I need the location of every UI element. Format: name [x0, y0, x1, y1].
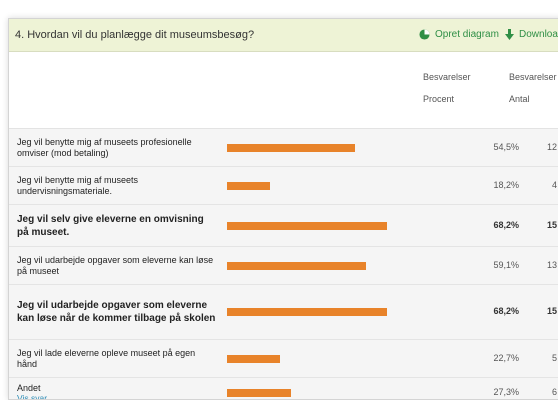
response-count: 15 [539, 306, 557, 316]
answer-label: Jeg vil selv give eleverne en omvisning … [17, 213, 217, 239]
table-row: AndetVis svar 27,3% 6 [9, 378, 558, 400]
answer-label: Jeg vil udarbejde opgaver som eleverne k… [17, 299, 217, 325]
response-bar [227, 308, 387, 316]
response-percent: 22,7% [449, 353, 519, 363]
pie-chart-icon [419, 29, 430, 40]
response-bar [227, 389, 291, 397]
response-count: 5 [539, 353, 557, 363]
response-percent: 18,2% [449, 180, 519, 190]
answer-label: Jeg vil udarbejde opgaver som eleverne k… [17, 255, 217, 276]
table-row: Jeg vil udarbejde opgaver som eleverne k… [9, 247, 558, 285]
response-bar [227, 144, 355, 152]
answer-label: Jeg vil benytte mig af museets profesion… [17, 137, 217, 158]
download-arrow-icon [505, 29, 514, 40]
download-label: Download [519, 29, 558, 40]
response-bar [227, 262, 366, 270]
response-bar [227, 355, 280, 363]
question-title: 4. Hvordan vil du planlægge dit museumsb… [15, 29, 254, 41]
count-column-header: Besvarelser Antal [509, 66, 557, 110]
create-chart-button[interactable]: Opret diagram [419, 29, 499, 40]
table-row: Jeg vil lade eleverne opleve museet på e… [9, 340, 558, 378]
response-count: 6 [539, 387, 557, 397]
response-count: 15 [539, 220, 557, 230]
response-percent: 68,2% [449, 306, 519, 316]
response-bar [227, 182, 270, 190]
response-percent: 27,3% [449, 387, 519, 397]
answer-label: Jeg vil benytte mig af museets undervisn… [17, 175, 217, 196]
answer-label: Jeg vil lade eleverne opleve museet på e… [17, 348, 217, 369]
response-count: 12 [539, 142, 557, 152]
response-count: 4 [539, 180, 557, 190]
survey-question-panel: 4. Hvordan vil du planlægge dit museumsb… [8, 18, 558, 400]
table-row: Jeg vil benytte mig af museets profesion… [9, 129, 558, 167]
table-row: Jeg vil benytte mig af museets undervisn… [9, 167, 558, 205]
response-count: 13 [539, 260, 557, 270]
response-percent: 68,2% [449, 220, 519, 230]
table-header: Besvarelser Procent Besvarelser Antal [9, 52, 558, 129]
table-row: Jeg vil selv give eleverne en omvisning … [9, 205, 558, 247]
percent-column-header: Besvarelser Procent [423, 66, 471, 110]
answer-label: AndetVis svar [17, 383, 217, 400]
download-button[interactable]: Download [505, 29, 558, 40]
response-bar [227, 222, 387, 230]
table-row: Jeg vil udarbejde opgaver som eleverne k… [9, 285, 558, 340]
show-answers-link[interactable]: Vis svar [17, 393, 217, 400]
response-percent: 59,1% [449, 260, 519, 270]
response-percent: 54,5% [449, 142, 519, 152]
create-chart-label: Opret diagram [435, 29, 499, 40]
question-header: 4. Hvordan vil du planlægge dit museumsb… [9, 19, 558, 52]
